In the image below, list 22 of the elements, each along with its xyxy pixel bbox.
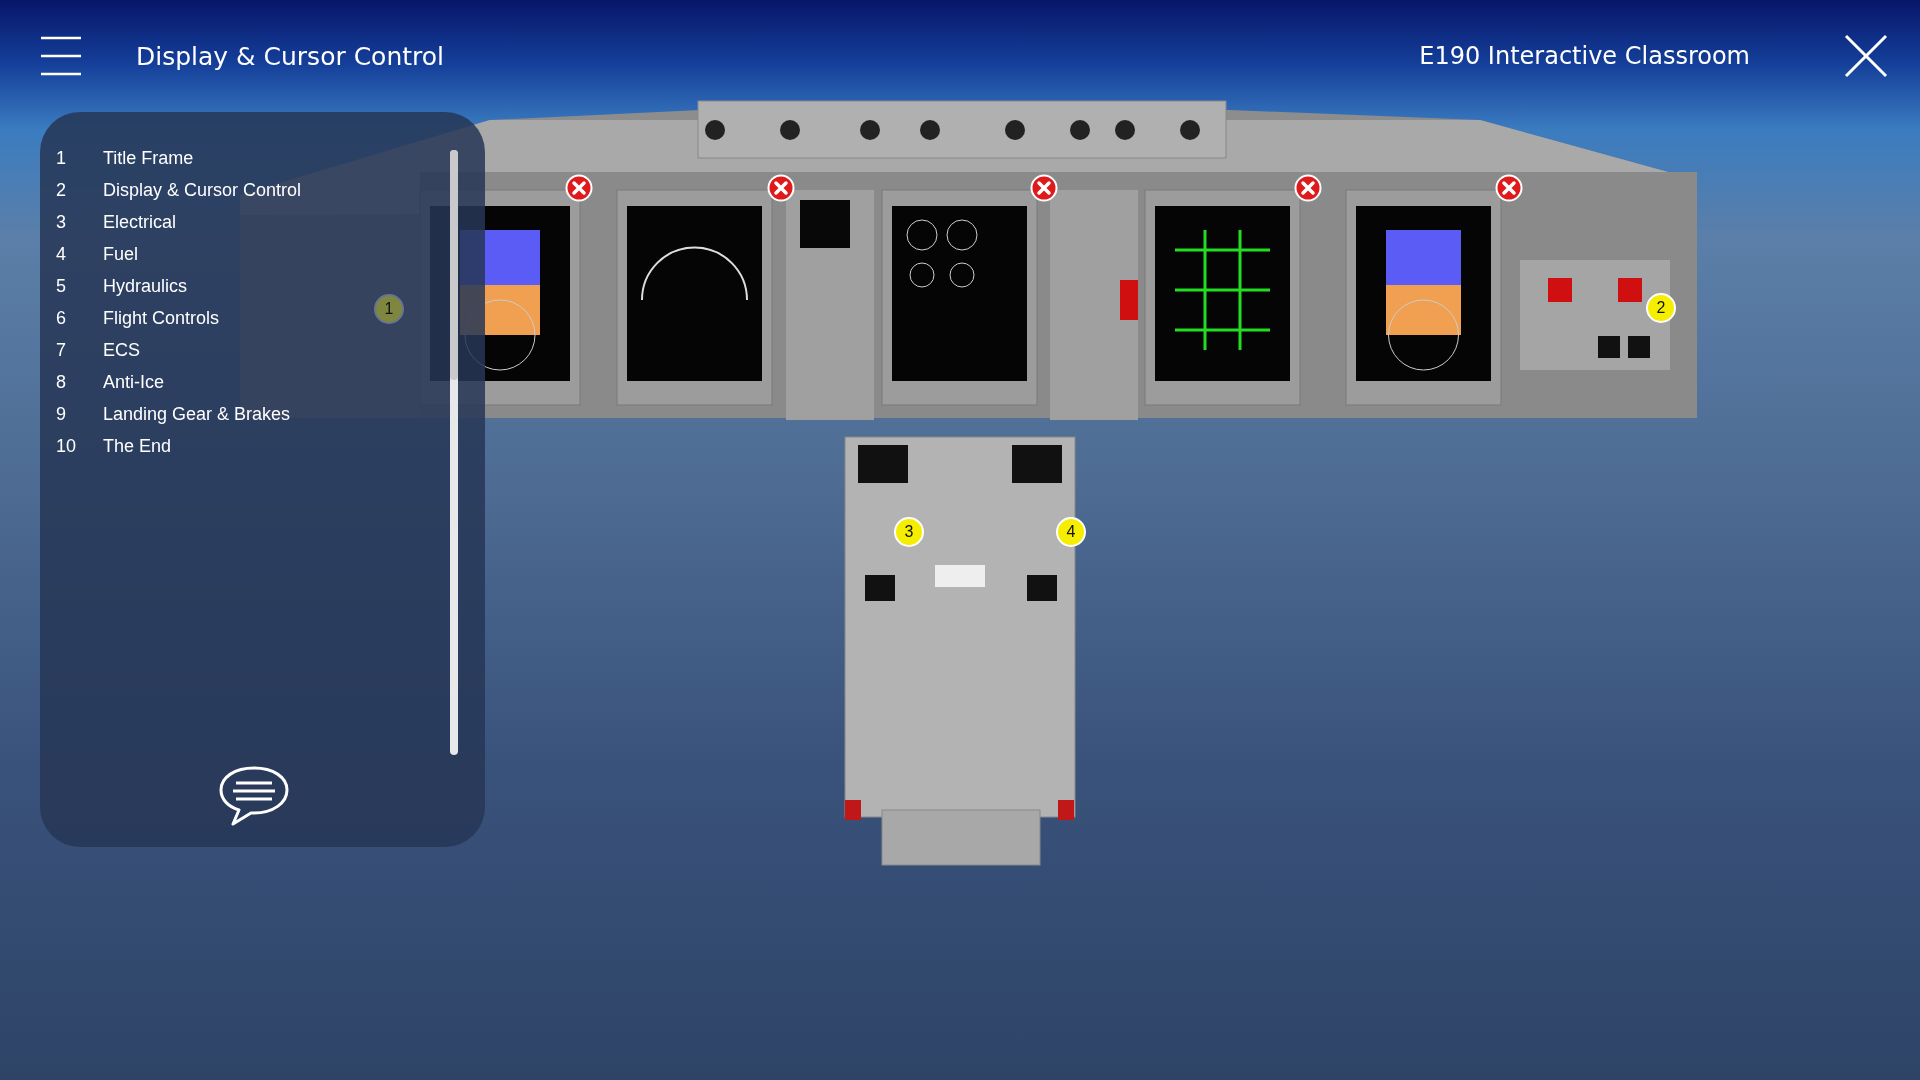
hotspot-marker[interactable]: 4: [1056, 517, 1086, 547]
close-marker-icon[interactable]: [565, 174, 593, 202]
course-title: E190 Interactive Classroom: [1419, 42, 1750, 70]
menu-item[interactable]: 2 Display & Cursor Control: [56, 174, 302, 206]
menu-button[interactable]: [40, 35, 82, 77]
close-marker-icon[interactable]: [1495, 174, 1523, 202]
page-title: Display & Cursor Control: [136, 41, 446, 71]
menu-item[interactable]: 7 ECS: [56, 334, 140, 366]
close-marker-icon[interactable]: [767, 174, 795, 202]
chat-button[interactable]: [218, 765, 290, 827]
close-marker-icon[interactable]: [1030, 174, 1058, 202]
menu-item[interactable]: 8 Anti-Ice: [56, 366, 165, 398]
menu-item[interactable]: 1 Title Frame: [56, 142, 194, 174]
menu-item[interactable]: 4 Fuel: [56, 238, 138, 270]
menu-item[interactable]: 10 The End: [56, 430, 172, 462]
scrollbar[interactable]: [450, 150, 458, 755]
close-button[interactable]: [1844, 34, 1888, 78]
close-marker-icon[interactable]: [1294, 174, 1322, 202]
menu-item[interactable]: 3 Electrical: [56, 206, 177, 238]
menu-item[interactable]: 6 Flight Controls: [56, 302, 220, 334]
menu-item[interactable]: 9 Landing Gear & Brakes: [56, 398, 291, 430]
menu-item[interactable]: 5 Hydraulics: [56, 270, 188, 302]
